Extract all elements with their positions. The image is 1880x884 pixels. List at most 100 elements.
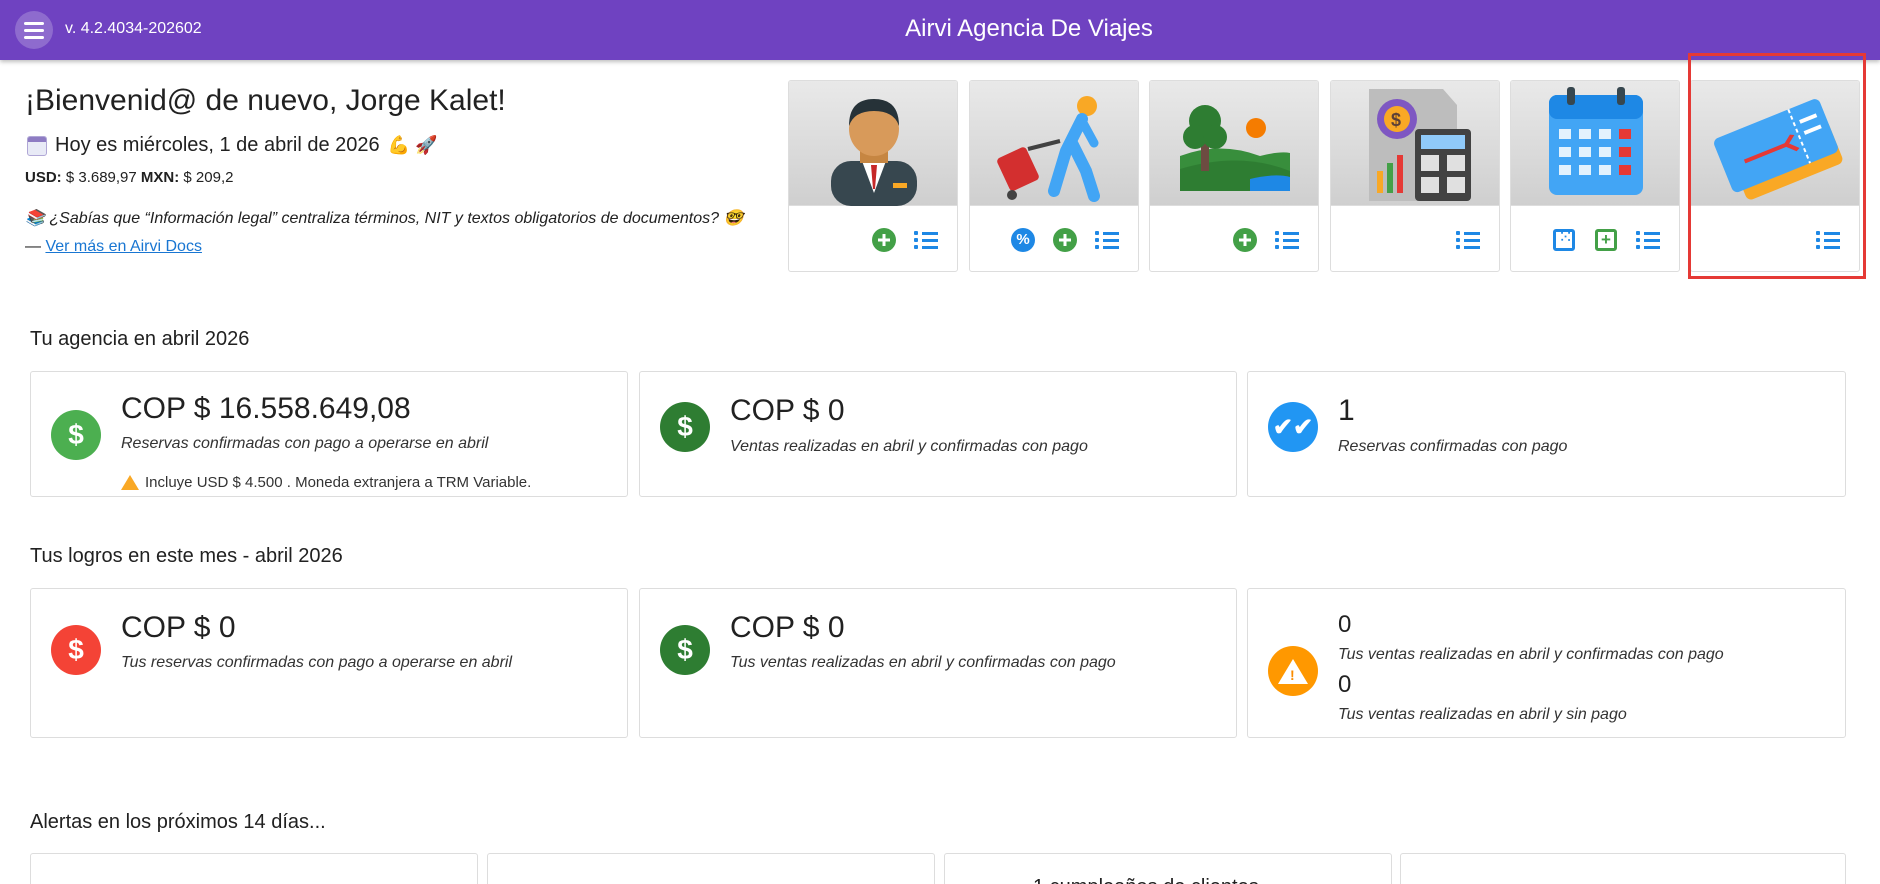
top-app-bar: v. 4.2.4034-202602 Airvi Agencia De Viaj…: [0, 0, 1880, 60]
stat-caption: Reservas confirmadas con pago a operarse…: [121, 435, 489, 452]
usd-label: USD:: [25, 169, 62, 186]
finance-icon: $: [1331, 81, 1499, 206]
add-agent-button[interactable]: [871, 227, 897, 253]
today-emojis: 💪 🚀: [387, 135, 438, 155]
stat-card-reservations-value: $ COP $ 16.558.649,08 Reservas confirmad…: [30, 371, 628, 497]
stat-value: COP $ 16.558.649,08: [121, 392, 411, 425]
stat-card-sales-value: $ COP $ 0 Ventas realizadas en abril y c…: [639, 371, 1237, 497]
module-card-destinations[interactable]: [1149, 80, 1319, 272]
list-icon: [914, 230, 938, 250]
add-traveler-button[interactable]: [1052, 227, 1078, 253]
module-card-calendar[interactable]: +: [1510, 80, 1680, 272]
module-actions: +: [1551, 227, 1661, 253]
stat-note-text: Incluye USD $ 4.500 . Moneda extranjera …: [145, 474, 532, 491]
alerts-section-title: Alertas en los próximos 14 días...: [30, 811, 326, 833]
add-icon: [1053, 228, 1077, 252]
list-icon: [1816, 230, 1840, 250]
today-line: Hoy es miércoles, 1 de abril de 2026 💪 🚀: [27, 134, 437, 157]
dollar-icon: $: [51, 410, 101, 460]
calendar-view-button[interactable]: [1551, 227, 1577, 253]
agency-section-title: Tu agencia en abril 2026: [30, 328, 250, 350]
alert-card: [487, 853, 935, 884]
warning-icon: [121, 475, 139, 490]
flight-ticket-icon: [1691, 81, 1859, 206]
calendar-emoji-icon: [27, 135, 47, 156]
airvi-docs-link[interactable]: Ver más en Airvi Docs: [45, 238, 202, 255]
menu-bar: [24, 28, 44, 32]
module-actions: [1815, 227, 1841, 253]
stat-value: COP $ 0: [730, 611, 845, 644]
alert-card: [1400, 853, 1846, 884]
list-flights-button[interactable]: [1815, 227, 1841, 253]
stat-caption: Tus ventas realizadas en abril y sin pag…: [1338, 706, 1627, 723]
add-destination-button[interactable]: [1232, 227, 1258, 253]
stat-value: 1: [1338, 394, 1355, 427]
menu-bar: [24, 35, 44, 39]
stat-card-my-sales: $ COP $ 0 Tus ventas realizadas en abril…: [639, 588, 1237, 738]
stat-note: Incluye USD $ 4.500 . Moneda extranjera …: [121, 474, 531, 491]
alert-card: [30, 853, 478, 884]
stat-value: 0: [1338, 671, 1352, 698]
menu-button[interactable]: [15, 11, 53, 49]
achievements-section-title: Tus logros en este mes - abril 2026: [30, 545, 343, 567]
list-destinations-button[interactable]: [1274, 227, 1300, 253]
list-travelers-button[interactable]: [1094, 227, 1120, 253]
stat-caption: Tus reservas confirmadas con pago a oper…: [121, 654, 513, 671]
module-card-agents[interactable]: [788, 80, 958, 272]
warning-triangle: !: [1278, 658, 1308, 684]
tip-link-line: — Ver más en Airvi Docs: [25, 238, 202, 256]
double-check-icon: ✔✔: [1268, 402, 1318, 452]
module-actions: [1455, 227, 1481, 253]
add-icon: [872, 228, 896, 252]
menu-bar: [24, 21, 44, 25]
stat-caption: Reservas confirmadas con pago: [1338, 438, 1568, 455]
dollar-icon: $: [51, 625, 101, 675]
currency-rates: USD: $ 3.689,97 MXN: $ 209,2: [25, 169, 233, 186]
mxn-label: MXN:: [140, 169, 180, 186]
stat-caption: Ventas realizadas en abril y confirmadas…: [730, 438, 1088, 455]
tip-prefix: —: [25, 238, 46, 255]
stat-caption: Tus ventas realizadas en abril y confirm…: [1338, 646, 1724, 663]
agent-icon: [789, 81, 957, 206]
stat-value: COP $ 0: [730, 394, 845, 427]
list-finance-button[interactable]: [1455, 227, 1481, 253]
discount-button[interactable]: %: [1010, 227, 1036, 253]
traveler-icon: [970, 81, 1138, 206]
stat-value: COP $ 0: [121, 611, 236, 644]
stat-card-my-reservations: $ COP $ 0 Tus reservas confirmadas con p…: [30, 588, 628, 738]
stat-card-my-sales-status: ! 0 Tus ventas realizadas en abril y con…: [1247, 588, 1846, 738]
list-icon: [1456, 230, 1480, 250]
module-card-travelers[interactable]: %: [969, 80, 1139, 272]
dollar-icon: $: [660, 402, 710, 452]
usd-value: $ 3.689,97: [65, 169, 137, 186]
add-icon: [1233, 228, 1257, 252]
app-version: v. 4.2.4034-202602: [65, 20, 202, 37]
calendar-add-button[interactable]: +: [1593, 227, 1619, 253]
svg-text:$: $: [1391, 110, 1401, 130]
alert-birthday-text: 1 cumpleaños de clientes: [1033, 876, 1259, 884]
module-actions: [871, 227, 939, 253]
today-text: Hoy es miércoles, 1 de abril de 2026: [55, 134, 380, 156]
mxn-value: $ 209,2: [183, 169, 234, 186]
list-icon: [1636, 230, 1660, 250]
list-agents-button[interactable]: [913, 227, 939, 253]
module-card-flights[interactable]: [1690, 80, 1860, 272]
stat-card-confirmed-count: ✔✔ 1 Reservas confirmadas con pago: [1247, 371, 1846, 497]
list-icon: [1275, 230, 1299, 250]
stat-caption: Tus ventas realizadas en abril y confirm…: [730, 654, 1116, 671]
discount-icon: %: [1011, 228, 1035, 252]
welcome-heading: ¡Bienvenid@ de nuevo, Jorge Kalet!: [25, 84, 506, 117]
warning-icon: !: [1268, 646, 1318, 696]
destination-icon: [1150, 81, 1318, 206]
module-actions: [1232, 227, 1300, 253]
calendar-add-icon: +: [1595, 229, 1617, 251]
calendar-icon: [1511, 81, 1679, 206]
stat-value: 0: [1338, 611, 1352, 638]
dollar-icon: $: [660, 625, 710, 675]
list-icon: [1095, 230, 1119, 250]
tip-text: 📚 ¿Sabías que “Información legal” centra…: [25, 210, 744, 227]
list-calendar-button[interactable]: [1635, 227, 1661, 253]
calendar-grid-icon: [1553, 227, 1575, 251]
module-card-finance[interactable]: $: [1330, 80, 1500, 272]
module-actions: %: [1010, 227, 1120, 253]
